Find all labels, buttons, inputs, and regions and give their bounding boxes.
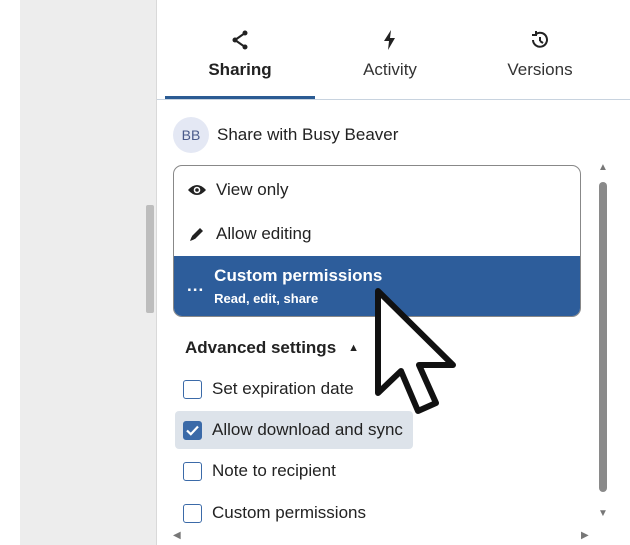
checkbox[interactable]: [183, 503, 202, 523]
option-label: Set expiration date: [212, 379, 354, 398]
more-dots-icon: ...: [187, 276, 205, 295]
scroll-right-arrow-icon[interactable]: ▶: [581, 530, 589, 541]
scroll-up-arrow-icon[interactable]: ▲: [598, 162, 608, 173]
tab-activity[interactable]: Activity: [315, 28, 465, 80]
tab-sharing[interactable]: Sharing: [165, 28, 315, 80]
tab-versions-label: Versions: [507, 60, 573, 79]
tab-versions[interactable]: Versions: [465, 28, 615, 80]
permission-option-label: View only: [216, 180, 289, 199]
pencil-icon: [187, 224, 207, 244]
custom-permission-text: Custom permissions Read, edit, share: [214, 266, 382, 306]
eye-icon: [187, 180, 207, 200]
scrollbar-thumb[interactable]: [599, 182, 607, 492]
left-scrollbar-thumb[interactable]: [146, 205, 154, 313]
advanced-settings-toggle[interactable]: Advanced settings ▲: [185, 338, 359, 358]
option-custom-permissions[interactable]: Custom permissions: [175, 494, 376, 532]
custom-permission-subtitle: Read, edit, share: [214, 291, 319, 306]
permission-option-allow-editing[interactable]: Allow editing: [174, 216, 580, 252]
checkmark-icon: [186, 425, 199, 436]
left-pane: [20, 0, 156, 545]
scroll-down-arrow-icon[interactable]: ▼: [598, 508, 608, 519]
history-icon: [465, 28, 615, 52]
advanced-settings-label: Advanced settings: [185, 338, 337, 357]
sharing-panel: Sharing Activity Versions BB Share with …: [156, 0, 630, 545]
caret-up-icon: ▲: [348, 342, 360, 354]
share-with-user[interactable]: BB Share with Busy Beaver: [173, 117, 398, 153]
option-set-expiration[interactable]: Set expiration date: [175, 370, 364, 408]
tabs-divider: [157, 99, 630, 100]
bolt-icon: [315, 28, 465, 52]
vertical-scrollbar[interactable]: ▲ ▼: [595, 160, 611, 525]
permission-option-label: Allow editing: [216, 224, 312, 243]
tab-activity-label: Activity: [363, 60, 417, 79]
checkbox[interactable]: [183, 461, 202, 481]
checkbox[interactable]: [183, 379, 202, 399]
avatar: BB: [173, 117, 209, 153]
scroll-left-arrow-icon[interactable]: ◀: [173, 530, 181, 541]
tab-sharing-label: Sharing: [208, 60, 272, 79]
option-label: Note to recipient: [212, 461, 336, 480]
option-note-to-recipient[interactable]: Note to recipient: [175, 452, 346, 490]
checkbox-checked[interactable]: [183, 420, 202, 440]
mouse-cursor-icon: [368, 283, 468, 423]
permission-option-view-only[interactable]: View only: [174, 172, 580, 208]
tab-bar: Sharing Activity Versions: [157, 0, 630, 100]
share-icon: [165, 28, 315, 52]
custom-permission-title: Custom permissions: [214, 266, 383, 285]
share-with-label: Share with Busy Beaver: [217, 125, 399, 144]
option-label: Custom permissions: [212, 503, 366, 522]
